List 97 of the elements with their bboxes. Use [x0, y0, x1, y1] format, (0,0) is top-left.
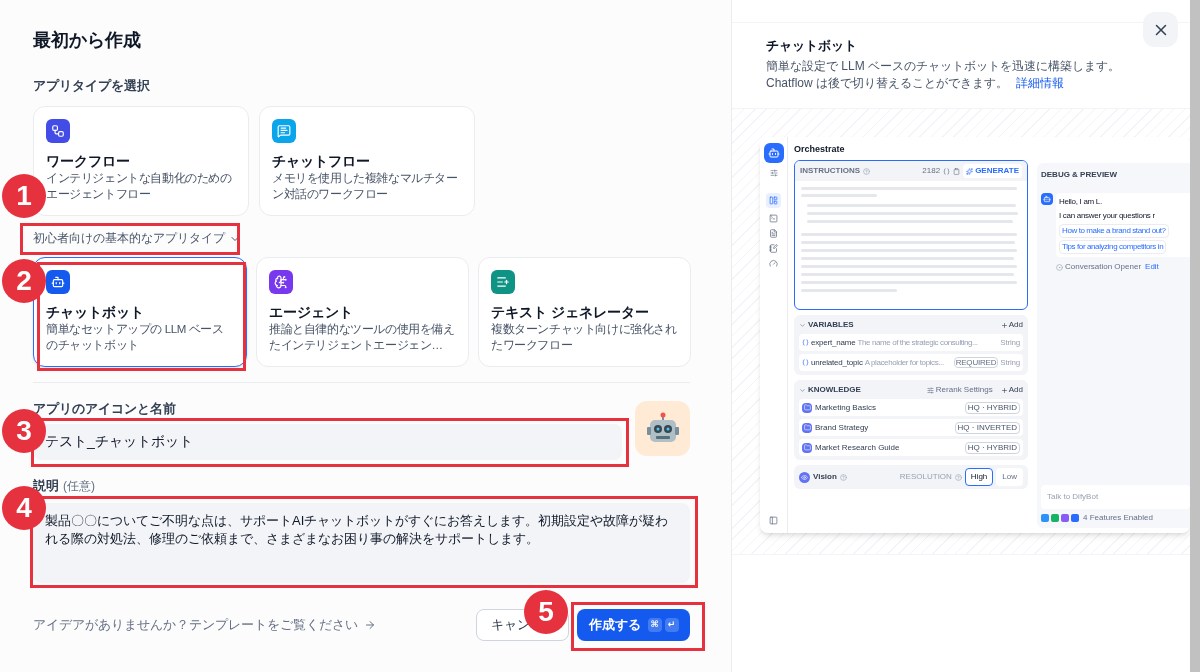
- knowledge-tag: HQ · HYBRID: [964, 441, 1020, 454]
- instructions-label: INSTRUCTIONS: [800, 165, 860, 177]
- suggestion-chip[interactable]: How to make a brand stand out?: [1059, 224, 1169, 238]
- panel-icon: [769, 516, 778, 525]
- terminal-icon: [769, 214, 778, 223]
- knowledge-row[interactable]: Brand Strategy HQ · INVERTED: [799, 419, 1023, 436]
- feature-icons-drawing: [1041, 514, 1080, 522]
- plus-icon: [1000, 321, 1008, 329]
- close-button[interactable]: [1143, 12, 1178, 47]
- knowledge-tag: HQ · HYBRID: [964, 401, 1020, 414]
- variable-icon: [802, 359, 809, 366]
- help-icon: [839, 473, 847, 481]
- variable-type: String: [1000, 336, 1020, 349]
- section-label: アプリタイプを選択: [33, 78, 151, 94]
- folder-icon: [802, 402, 812, 413]
- features-label: 4 Features Enabled: [1083, 512, 1153, 524]
- rerank-settings-link[interactable]: Rerank Settings: [935, 384, 993, 396]
- app-type-description: インテリジェントな自動化のためのエージェントフロー: [46, 171, 233, 202]
- add-button[interactable]: Add: [1000, 384, 1023, 396]
- plus-icon: [1000, 386, 1008, 394]
- app-type-name: チャットボット: [46, 303, 145, 321]
- variable-row[interactable]: expert_name The name of the strategic consulting... String: [799, 334, 1023, 351]
- preview-title: チャットボット: [766, 38, 858, 54]
- basic-types-toggle[interactable]: 初心者向けの基本的なアプリタイプ: [33, 231, 241, 246]
- variable-icon: [802, 339, 809, 346]
- required-tag: REQUIRED: [953, 357, 999, 368]
- sliders-icon: [926, 386, 934, 394]
- description-field[interactable]: 製品〇〇についてご不明な点は、サポートAIチャットボットがすぐにお答えします。初期設定や故障が疑われる際の対処法、修理のご依頼まで、さまざまなお困り事の解決をサポートします。: [33, 503, 690, 583]
- app-type-card[interactable]: チャットボット 簡単なセットアップの LLM ベースのチャットボット: [33, 257, 247, 367]
- variable-name: expert_name: [811, 336, 856, 349]
- app-type-description: 簡単なセットアップの LLM ベースのチャットボット: [46, 322, 225, 353]
- folder-icon: [802, 422, 812, 433]
- variable-icon: [943, 167, 951, 175]
- character-count: 2182: [922, 165, 941, 177]
- orchestrate-title: Orchestrate: [794, 143, 846, 156]
- gauge-icon: [769, 259, 778, 268]
- conversation-opener-label: Conversation Opener: [1065, 261, 1142, 273]
- variable-type: String: [1000, 356, 1020, 369]
- vision-label: Vision: [813, 471, 837, 483]
- help-icon: [863, 167, 870, 175]
- greeting-text: Hello, I am L.: [1059, 196, 1103, 208]
- app-type-name: チャットフロー: [272, 152, 371, 170]
- chevron-icon: [799, 321, 806, 329]
- knowledge-name: Brand Strategy: [815, 421, 869, 434]
- knowledge-row[interactable]: Market Research Guide HQ · HYBRID: [799, 439, 1023, 456]
- variables-label: VARIABLES: [808, 319, 854, 331]
- resolution-option[interactable]: Low: [996, 468, 1023, 486]
- folder-icon: [802, 442, 812, 453]
- generate-button[interactable]: GENERATE: [963, 164, 1022, 178]
- bot-avatar-icon: [1041, 193, 1053, 205]
- app-type-description: メモリを使用した複雑なマルチターン対話のワークフロー: [272, 171, 459, 202]
- variable-row[interactable]: unrelated_topic A placeholder for topics... REQUIRED String: [799, 354, 1023, 371]
- app-type-description: 推論と自律的なツールの使用を備えたインテリジェントエージェン…: [269, 322, 456, 353]
- variable-description: A placeholder for topics...: [864, 356, 944, 369]
- variable-name: unrelated_topic: [811, 356, 863, 369]
- app-type-name: ワークフロー: [46, 152, 131, 170]
- knowledge-name: Market Research Guide: [815, 441, 900, 454]
- optional-label: (任意): [63, 478, 95, 494]
- knowledge-label: KNOWLEDGE: [808, 384, 861, 396]
- notebook-icon: [769, 244, 778, 253]
- app-type-card[interactable]: チャットフロー メモリを使用した複雑なマルチターン対話のワークフロー: [259, 106, 475, 216]
- help-icon: [954, 473, 962, 481]
- learn-more-link[interactable]: 詳細情報: [1016, 76, 1065, 90]
- knowledge-tag: HQ · INVERTED: [954, 421, 1020, 434]
- app-type-card[interactable]: ワークフロー インテリジェントな自動化のためのエージェントフロー: [33, 106, 249, 216]
- sparkle-icon: [966, 167, 974, 175]
- resolution-label: RESOLUTION: [899, 471, 952, 483]
- arrow-right-icon: [364, 619, 376, 631]
- chevron-icon: [799, 386, 806, 394]
- dialog-title: 最初から作成: [33, 29, 142, 52]
- create-button[interactable]: 作成する ⌘ ↵: [577, 609, 690, 641]
- knowledge-row[interactable]: Marketing Basics HQ · HYBRID: [799, 399, 1023, 416]
- add-button[interactable]: Add: [1000, 319, 1023, 331]
- template-link[interactable]: アイデアがありませんか？テンプレートをご覧ください: [33, 615, 376, 635]
- layout-icon: [766, 193, 781, 208]
- document-icon: [769, 229, 778, 238]
- app-icon-picker[interactable]: [635, 401, 690, 456]
- knowledge-name: Marketing Basics: [815, 401, 876, 414]
- app-type-card[interactable]: テキスト ジェネレーター 複数ターンチャット向けに強化されたワークフロー: [478, 257, 691, 367]
- settings-icon: [769, 169, 778, 177]
- app-type-card[interactable]: エージェント 推論と自律的なツールの使用を備えたインテリジェントエージェン…: [256, 257, 469, 367]
- edit-link[interactable]: Edit: [1145, 261, 1159, 273]
- preview-description: 簡単な設定で LLM ベースのチャットボットを迅速に構築します。 Chatflow は後で切り替えることができます。 詳細情報: [766, 58, 1121, 92]
- greeting-text: I can answer your questions r: [1059, 210, 1156, 222]
- app-type-name: エージェント: [269, 303, 354, 321]
- scrollbar[interactable]: [1190, 0, 1200, 672]
- app-type-description: 複数ターンチャット向けに強化されたワークフロー: [491, 322, 678, 353]
- variable-description: The name of the strategic consulting...: [857, 336, 978, 349]
- opener-icon: [1056, 263, 1063, 271]
- app-type-name: テキスト ジェネレーター: [491, 303, 650, 321]
- bot-icon: [763, 143, 784, 163]
- suggestion-chip[interactable]: Tips for analyzing competitors in: [1059, 240, 1167, 254]
- resolution-option[interactable]: High: [964, 468, 994, 486]
- eye-icon: [799, 471, 810, 483]
- clipboard-icon: [953, 167, 961, 175]
- app-name-field[interactable]: テスト_チャットボット: [33, 424, 622, 460]
- debug-title: DEBUG & PREVIEW: [1041, 169, 1118, 181]
